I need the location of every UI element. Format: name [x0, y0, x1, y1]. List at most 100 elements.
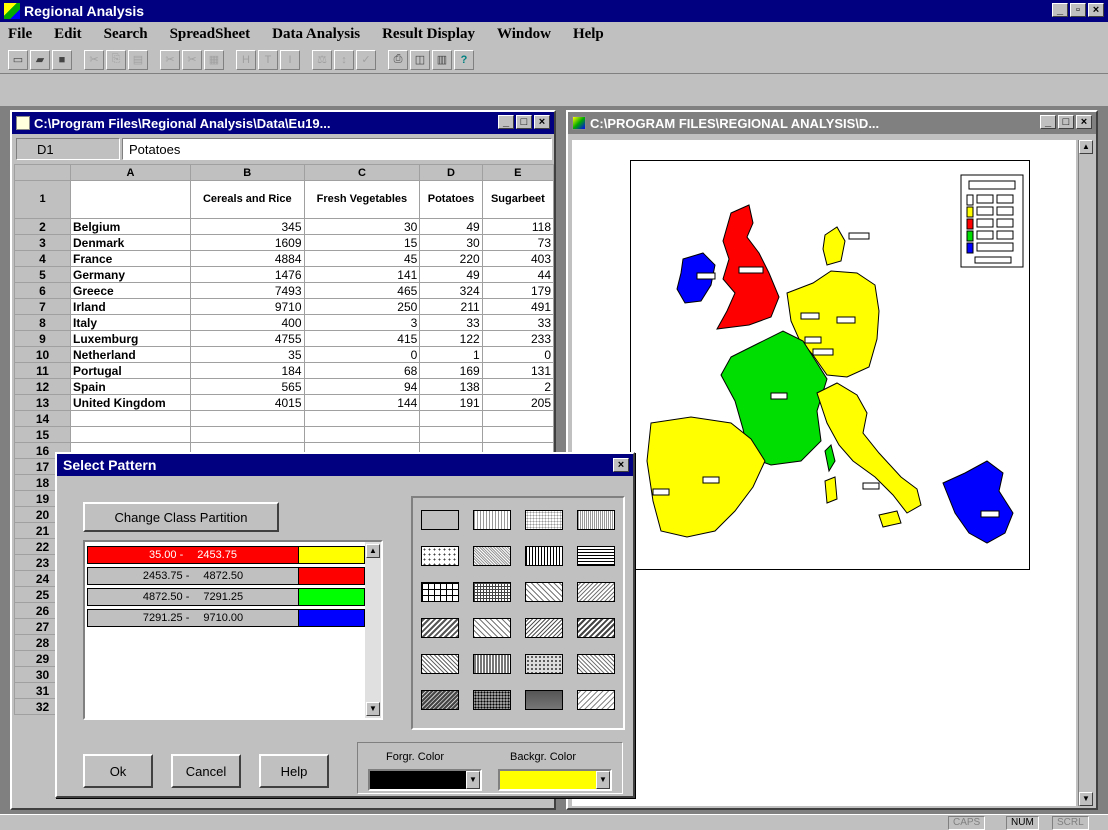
grid-cell[interactable]: 49 [419, 218, 483, 235]
help-icon[interactable]: ? [454, 49, 474, 70]
grid-cell[interactable]: 250 [303, 298, 421, 315]
grid-cell[interactable]: Portugal [70, 362, 191, 379]
help-button[interactable]: Help [259, 754, 329, 788]
grid-cell[interactable]: 33 [481, 314, 555, 331]
grid-cell[interactable]: Luxemburg [70, 330, 191, 347]
grid-cell[interactable]: Sugarbeet [481, 180, 555, 219]
grid-cell[interactable]: 491 [481, 298, 555, 315]
pattern-swatch[interactable] [421, 618, 459, 638]
map-minimize-button[interactable]: _ [1040, 115, 1056, 129]
row-number[interactable]: 5 [14, 266, 71, 283]
chart-icon[interactable]: ✓ [356, 49, 376, 70]
grid-cell[interactable]: 144 [303, 394, 421, 411]
grid-cell[interactable]: 122 [419, 330, 483, 347]
grid-cell[interactable] [190, 426, 305, 443]
grid-cell[interactable]: 184 [190, 362, 305, 379]
menu-data-analysis[interactable]: Data Analysis [272, 26, 360, 43]
background-color-select[interactable]: ▼ [498, 769, 612, 791]
grid-cell[interactable]: 345 [190, 218, 305, 235]
grid-cell[interactable]: Fresh Vegetables [303, 180, 421, 219]
grid-cell[interactable]: 30 [419, 234, 483, 251]
sort-icon[interactable]: ↕ [334, 49, 354, 70]
row-number[interactable]: 7 [14, 298, 71, 315]
menu-result-display[interactable]: Result Display [382, 26, 475, 43]
pattern-swatch[interactable] [577, 546, 615, 566]
cell-value-input[interactable]: Potatoes [122, 138, 552, 160]
grid-cell[interactable]: 1 [419, 346, 483, 363]
grid-cell[interactable]: United Kingdom [70, 394, 191, 411]
grid-cell[interactable]: Cereals and Rice [190, 180, 305, 219]
cut-column-icon[interactable]: ✂ [160, 49, 180, 70]
pattern-swatch[interactable] [421, 510, 459, 530]
grid-cell[interactable]: 1609 [190, 234, 305, 251]
row-number[interactable]: 4 [14, 250, 71, 267]
grid-cell[interactable]: 169 [419, 362, 483, 379]
grid-cell[interactable] [303, 410, 421, 427]
grid-cell[interactable] [303, 426, 421, 443]
paste-icon[interactable]: ▤ [128, 49, 148, 70]
new-icon[interactable]: ▭ [8, 49, 28, 70]
analysis-icon[interactable]: ⚖ [312, 49, 332, 70]
grid-cell[interactable]: 15 [303, 234, 421, 251]
scroll-up-icon[interactable]: ▲ [1079, 140, 1093, 154]
map-canvas[interactable] [572, 140, 1076, 806]
menu-edit[interactable]: Edit [54, 26, 82, 43]
grid-cell[interactable]: 220 [419, 250, 483, 267]
sheet-minimize-button[interactable]: _ [498, 115, 514, 129]
scroll-up-icon[interactable]: ▲ [366, 544, 380, 558]
grid-cell[interactable]: 205 [481, 394, 555, 411]
column-header[interactable]: B [190, 164, 305, 181]
cancel-button[interactable]: Cancel [171, 754, 241, 788]
grid-cell[interactable] [190, 410, 305, 427]
row-number[interactable]: 3 [14, 234, 71, 251]
preview-icon[interactable]: ◫ [410, 49, 430, 70]
grid-cell[interactable]: 9710 [190, 298, 305, 315]
grid-cell[interactable]: 35 [190, 346, 305, 363]
bar-chart-icon[interactable]: ▥ [432, 49, 452, 70]
ok-button[interactable]: Ok [83, 754, 153, 788]
pattern-swatch[interactable] [577, 510, 615, 530]
change-class-partition-button[interactable]: Change Class Partition [83, 502, 279, 532]
pattern-swatch[interactable] [525, 546, 563, 566]
menu-help[interactable]: Help [573, 26, 604, 43]
format-t-icon[interactable]: T [258, 49, 278, 70]
cut-icon[interactable]: ✂ [84, 49, 104, 70]
grid-cell[interactable]: 141 [303, 266, 421, 283]
format-h-icon[interactable]: H [236, 49, 256, 70]
class-row[interactable]: 2453.75 - 4872.50 [87, 567, 365, 585]
foreground-color-select[interactable]: ▼ [368, 769, 482, 791]
map-vertical-scrollbar[interactable]: ▲ ▼ [1078, 140, 1094, 806]
format-i-icon[interactable]: I [280, 49, 300, 70]
grid-cell[interactable] [70, 180, 191, 219]
sheet-maximize-button[interactable]: □ [516, 115, 532, 129]
grid-cell[interactable]: 4015 [190, 394, 305, 411]
chevron-down-icon[interactable]: ▼ [466, 771, 480, 789]
dialog-close-button[interactable]: × [613, 458, 629, 472]
restore-button[interactable]: ▫ [1070, 3, 1086, 17]
minimize-button[interactable]: _ [1052, 3, 1068, 17]
grid-cell[interactable]: 118 [481, 218, 555, 235]
pattern-swatch[interactable] [473, 582, 511, 602]
grid-cell[interactable]: Spain [70, 378, 191, 395]
pattern-swatch[interactable] [421, 546, 459, 566]
grid-cell[interactable] [419, 426, 483, 443]
grid-cell[interactable]: France [70, 250, 191, 267]
grid-cell[interactable]: 4884 [190, 250, 305, 267]
grid-cell[interactable] [70, 410, 191, 427]
row-number[interactable]: 11 [14, 362, 71, 379]
grid-cell[interactable]: 68 [303, 362, 421, 379]
grid-cell[interactable]: 0 [303, 346, 421, 363]
europe-map[interactable] [631, 161, 1031, 571]
row-number[interactable]: 10 [14, 346, 71, 363]
grid-cell[interactable]: 324 [419, 282, 483, 299]
row-number[interactable]: 1 [14, 180, 71, 219]
row-number[interactable]: 8 [14, 314, 71, 331]
grid-cell[interactable]: 4755 [190, 330, 305, 347]
grid-cell[interactable]: Potatoes [419, 180, 483, 219]
grid-cell[interactable]: 415 [303, 330, 421, 347]
row-number[interactable]: 12 [14, 378, 71, 395]
menu-search[interactable]: Search [104, 26, 148, 43]
pattern-swatch[interactable] [577, 690, 615, 710]
grid-cell[interactable]: Belgium [70, 218, 191, 235]
pattern-swatch[interactable] [473, 654, 511, 674]
